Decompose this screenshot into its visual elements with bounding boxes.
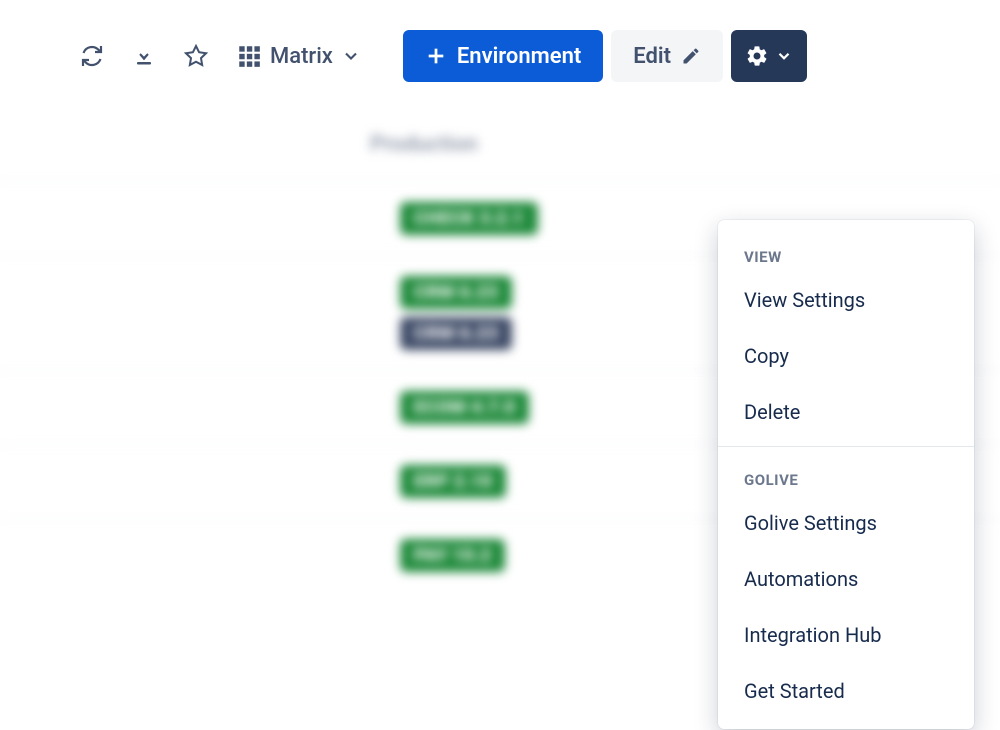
chevron-down-icon xyxy=(775,47,793,65)
version-badge[interactable]: CRM 6.23 xyxy=(400,317,512,350)
refresh-icon xyxy=(80,44,104,68)
version-badge[interactable]: CHECK 3.2.1 xyxy=(400,202,538,235)
grid-icon xyxy=(236,43,262,69)
dropdown-item[interactable]: View Settings xyxy=(718,272,974,328)
dropdown-item[interactable]: Automations xyxy=(718,551,974,607)
column-header: Production xyxy=(0,132,1000,181)
add-environment-label: Environment xyxy=(457,44,581,69)
refresh-button[interactable] xyxy=(70,34,114,78)
dropdown-item[interactable]: Golive Settings xyxy=(718,495,974,551)
version-badge[interactable]: ECOM 4.7.0 xyxy=(400,391,529,424)
dropdown-item[interactable]: Integration Hub xyxy=(718,607,974,663)
dropdown-section-title: VIEW xyxy=(718,230,974,272)
version-badge[interactable]: PAY 10.2 xyxy=(400,539,505,572)
dropdown-item[interactable]: Get Started xyxy=(718,663,974,719)
view-selector[interactable]: Matrix xyxy=(226,34,371,78)
add-environment-button[interactable]: Environment xyxy=(403,30,603,82)
favorite-button[interactable] xyxy=(174,34,218,78)
dropdown-item[interactable]: Delete xyxy=(718,384,974,440)
toolbar: Matrix Environment Edit xyxy=(0,0,1000,112)
version-badge[interactable]: ERP 2.10 xyxy=(400,465,506,498)
gear-icon xyxy=(745,44,769,68)
view-selector-label: Matrix xyxy=(270,44,333,69)
plus-icon xyxy=(425,45,447,67)
settings-dropdown: VIEWView SettingsCopyDelete GOLIVEGolive … xyxy=(718,220,974,729)
star-icon xyxy=(184,44,208,68)
pencil-icon xyxy=(681,46,701,66)
dropdown-item[interactable]: Copy xyxy=(718,328,974,384)
chevron-down-icon xyxy=(341,46,361,66)
download-icon xyxy=(132,44,156,68)
edit-button-label: Edit xyxy=(633,44,671,69)
dropdown-section-title: GOLIVE xyxy=(718,453,974,495)
download-button[interactable] xyxy=(122,34,166,78)
version-badge[interactable]: CRM 6.23 xyxy=(400,276,512,309)
settings-menu-button[interactable] xyxy=(731,30,807,82)
edit-button[interactable]: Edit xyxy=(611,30,723,82)
